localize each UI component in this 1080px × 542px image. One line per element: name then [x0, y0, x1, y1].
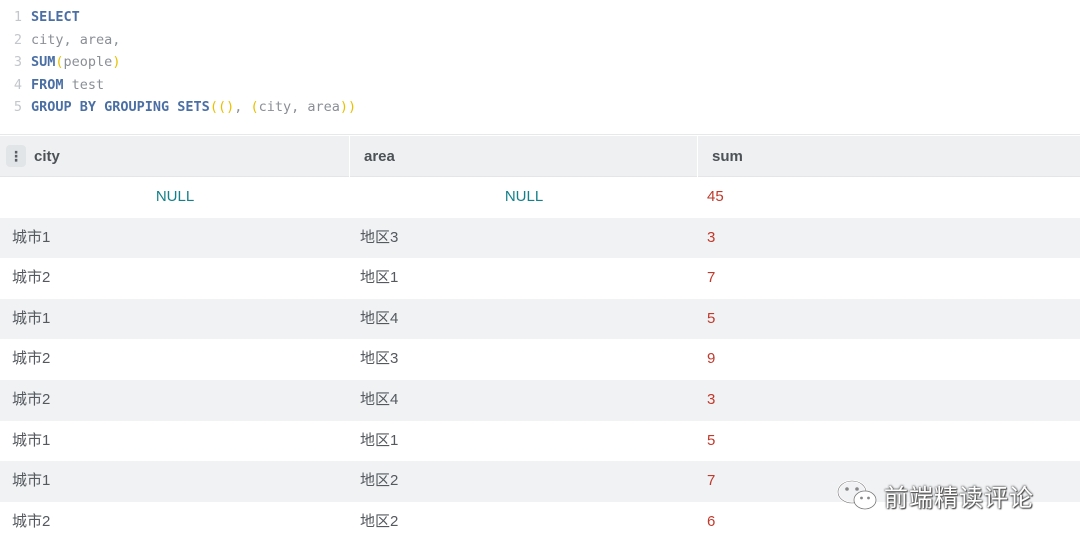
cell-sum: 9: [707, 350, 716, 368]
cell-city: 城市1: [12, 309, 51, 327]
cell-sum: 45: [707, 188, 724, 205]
cell-area: 地区3: [360, 228, 399, 246]
code-line[interactable]: 4 FROM test: [0, 74, 104, 96]
table-row[interactable]: 城市2 地区1 7: [0, 258, 1080, 299]
line-number: 2: [13, 31, 22, 48]
cell-city: 城市2: [12, 512, 51, 530]
sql-paren: ((: [209, 99, 227, 116]
cell-area: 地区4: [360, 390, 399, 408]
cell-city: 城市1: [12, 431, 51, 449]
cell-city: NULL: [155, 188, 195, 205]
code-line[interactable]: 5 GROUP BY GROUPING SETS((), (city, area)…: [0, 96, 356, 118]
code-line[interactable]: 3 SUM(people): [0, 51, 121, 73]
sql-identifier: ,: [234, 99, 251, 116]
watermark-text: 前端精读评论: [884, 483, 1034, 512]
column-header-sum[interactable]: sum: [712, 136, 743, 177]
cell-area: 地区2: [360, 512, 399, 530]
sql-keyword: SUM: [31, 54, 56, 71]
sql-identifier: people: [63, 54, 113, 71]
table-header: ⋮ city area sum: [0, 136, 1080, 177]
watermark: 前端精读评论: [836, 477, 1034, 513]
sql-identifier: test: [63, 76, 105, 93]
sql-editor[interactable]: 1 SELECT 2 city, area, 3 SUM(people) 4 FROM tes…: [0, 0, 1080, 135]
sql-paren: )): [339, 99, 357, 116]
sql-identifier: city, area: [258, 99, 340, 116]
sql-keyword: SELECT: [31, 9, 80, 25]
line-number: 4: [13, 76, 22, 93]
line-number: 5: [13, 99, 22, 116]
code-line[interactable]: 1 SELECT: [0, 6, 80, 28]
cell-city: 城市2: [12, 350, 51, 368]
table-row[interactable]: 城市2 地区3 9: [0, 339, 1080, 380]
cell-city: 城市2: [12, 269, 51, 287]
cell-city: 城市1: [12, 472, 51, 490]
table-row[interactable]: 城市1 地区3 3: [0, 217, 1080, 259]
cell-sum: 7: [707, 269, 716, 287]
cell-area: 地区4: [360, 309, 399, 327]
cell-sum: 5: [707, 309, 716, 327]
cell-sum: 5: [707, 431, 716, 449]
sql-paren: ): [112, 54, 121, 71]
column-drag-handle-icon[interactable]: ⋮: [6, 145, 26, 167]
sql-keyword: FROM: [31, 76, 64, 93]
column-divider[interactable]: [697, 136, 698, 177]
cell-area: 地区1: [360, 269, 399, 287]
cell-area: 地区1: [360, 431, 399, 449]
cell-sum: 3: [707, 390, 716, 408]
sql-paren: (: [55, 54, 64, 71]
sql-keyword: GROUP BY GROUPING SETS: [31, 99, 210, 116]
sql-paren: ): [226, 99, 235, 116]
table-row[interactable]: 城市1 地区4 5: [0, 298, 1080, 340]
cell-area: 地区3: [360, 350, 399, 368]
column-header-city[interactable]: city: [34, 136, 60, 177]
code-line[interactable]: 2 city, area,: [0, 29, 121, 51]
column-header-area[interactable]: area: [364, 136, 395, 177]
cell-city: 城市1: [12, 228, 51, 246]
table-row[interactable]: 城市1 地区1 5: [0, 420, 1080, 462]
cell-city: 城市2: [12, 390, 51, 408]
line-number: 3: [13, 54, 22, 71]
cell-area: NULL: [504, 188, 544, 205]
cell-sum: 3: [707, 228, 716, 246]
table-row[interactable]: NULL NULL 45: [0, 177, 1080, 218]
sql-paren: (: [250, 99, 259, 116]
wechat-icon: [836, 479, 877, 510]
column-divider[interactable]: [349, 136, 350, 177]
sql-identifier: city, area,: [31, 31, 121, 48]
cell-sum: 6: [707, 512, 716, 530]
table-row[interactable]: 城市2 地区4 3: [0, 379, 1080, 421]
cell-area: 地区2: [360, 472, 399, 490]
cell-sum: 7: [707, 472, 716, 490]
line-number: 1: [13, 9, 22, 25]
